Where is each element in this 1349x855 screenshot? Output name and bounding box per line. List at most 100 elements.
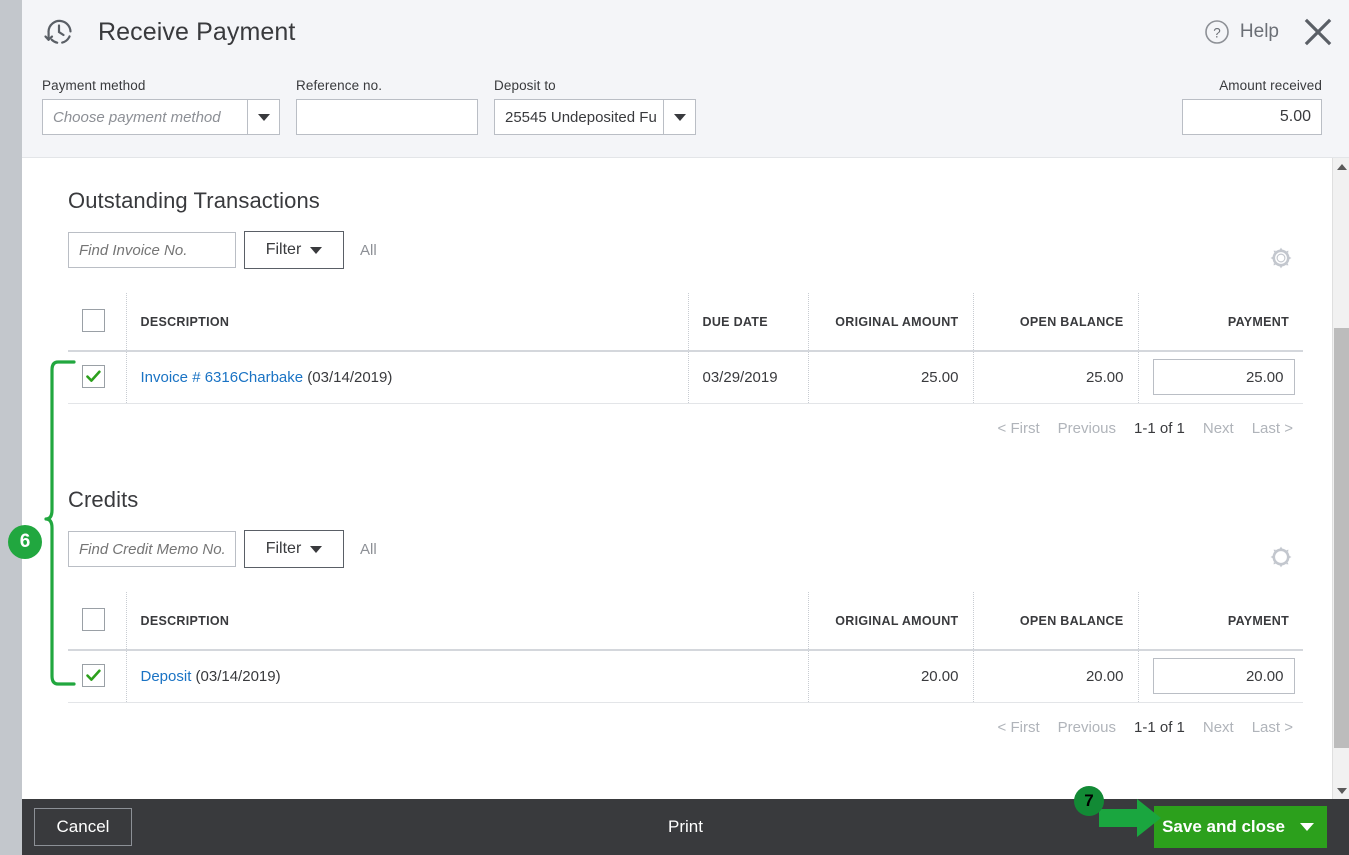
chevron-down-icon [310, 246, 323, 254]
close-icon[interactable] [1301, 15, 1335, 49]
deposit-to-field: Deposit to 25545 Undeposited Fu [494, 78, 696, 135]
outstanding-row-due-date: 03/29/2019 [688, 351, 809, 404]
credits-row-checkbox[interactable] [82, 664, 105, 688]
page-title: Receive Payment [98, 17, 296, 46]
gear-icon[interactable] [1269, 545, 1293, 569]
check-icon [86, 370, 101, 383]
credits-section: Credits Filter All [22, 487, 1349, 736]
annotation-badge-6: 6 [8, 525, 42, 559]
reference-no-field: Reference no. [296, 78, 478, 135]
credits-title: Credits [68, 487, 139, 512]
chevron-down-icon [310, 545, 323, 553]
credits-row-description: Deposit (03/14/2019) [126, 650, 809, 703]
payment-method-select[interactable]: Choose payment method [42, 99, 280, 135]
credits-first-link[interactable]: < First [998, 719, 1040, 736]
chevron-down-icon[interactable] [663, 100, 695, 134]
history-clock-icon[interactable] [42, 15, 76, 49]
outstanding-all-label[interactable]: All [360, 242, 377, 259]
question-circle-icon[interactable]: ? [1204, 19, 1230, 45]
reference-no-input[interactable] [296, 99, 478, 135]
vertical-scrollbar[interactable] [1332, 158, 1349, 799]
scroll-down-arrow-icon[interactable] [1333, 782, 1349, 799]
deposit-to-select[interactable]: 25545 Undeposited Fu [494, 99, 696, 135]
chevron-down-icon[interactable] [1287, 823, 1327, 831]
outstanding-table: DESCRIPTION DUE DATE ORIGINAL AMOUNT OPE… [68, 293, 1303, 404]
credits-pagination: < First Previous 1-1 of 1 Next Last > [68, 703, 1303, 736]
payment-method-field: Payment method Choose payment method [42, 78, 280, 135]
amount-received-label: Amount received [1219, 78, 1322, 93]
outstanding-next-link[interactable]: Next [1203, 420, 1234, 437]
annotation-bracket-6 [44, 360, 76, 686]
outstanding-col-due-date: DUE DATE [688, 293, 809, 352]
credits-filter-row: Filter All [68, 530, 1349, 568]
modal-body: Outstanding Transactions Filter All [22, 158, 1349, 799]
outstanding-row-open-balance: 25.00 [973, 351, 1139, 404]
outstanding-row-checkbox[interactable] [82, 365, 105, 389]
outstanding-pagination: < First Previous 1-1 of 1 Next Last > [68, 404, 1303, 437]
outstanding-payment-input[interactable]: 25.00 [1152, 359, 1295, 396]
credits-row-open-balance: 20.00 [973, 650, 1139, 703]
outstanding-col-open-balance: OPEN BALANCE [973, 293, 1139, 352]
outstanding-select-all-checkbox[interactable] [82, 308, 105, 332]
credits-row-original-amount: 20.00 [808, 650, 974, 703]
credits-select-all-checkbox[interactable] [82, 607, 105, 631]
titlebar-actions: ? Help [1204, 0, 1335, 64]
save-and-close-label: Save and close [1162, 817, 1285, 836]
amount-received-field: Amount received 5.00 [1182, 78, 1322, 135]
invoice-date: (03/14/2019) [303, 368, 393, 386]
credits-table: DESCRIPTION ORIGINAL AMOUNT OPEN BALANCE… [68, 592, 1303, 703]
cancel-button[interactable]: Cancel [34, 808, 132, 846]
help-label[interactable]: Help [1240, 21, 1279, 43]
outstanding-last-link[interactable]: Last > [1252, 420, 1293, 437]
outstanding-title: Outstanding Transactions [68, 188, 320, 213]
amount-received-input[interactable]: 5.00 [1182, 99, 1322, 135]
check-icon [86, 669, 101, 682]
scrollbar-thumb[interactable] [1334, 328, 1349, 748]
credits-col-open-balance: OPEN BALANCE [973, 592, 1139, 651]
save-and-close-button[interactable]: Save and close [1154, 806, 1327, 848]
credits-payment-input[interactable]: 20.00 [1152, 658, 1295, 695]
outstanding-transactions-section: Outstanding Transactions Filter All [22, 188, 1349, 437]
scroll-up-arrow-icon[interactable] [1333, 158, 1349, 175]
outstanding-filter-button[interactable]: Filter [244, 231, 344, 269]
credits-filter-button[interactable]: Filter [244, 530, 344, 568]
table-row: Deposit (03/14/2019) 20.00 20.00 20.00 [68, 650, 1303, 703]
find-credit-memo-input[interactable] [68, 531, 236, 567]
outstanding-select-all-cell [68, 293, 127, 352]
find-invoice-input[interactable] [68, 232, 236, 268]
outstanding-header-row: DESCRIPTION DUE DATE ORIGINAL AMOUNT OPE… [68, 293, 1303, 352]
table-row: Invoice # 6316Charbake (03/14/2019) 03/2… [68, 351, 1303, 404]
payment-form-strip: Payment method Choose payment method Ref… [22, 64, 1349, 158]
payment-method-label: Payment method [42, 78, 146, 93]
outstanding-previous-link[interactable]: Previous [1058, 420, 1116, 437]
credits-row-payment-cell: 20.00 [1138, 650, 1303, 703]
credits-range-label: 1-1 of 1 [1134, 718, 1185, 736]
gear-icon[interactable] [1269, 246, 1293, 270]
outstanding-filter-label: Filter [265, 241, 302, 258]
deposit-to-value: 25545 Undeposited Fu [505, 108, 657, 126]
receive-payment-modal: Receive Payment ? Help Payment method Ch… [22, 0, 1349, 855]
deposit-link[interactable]: Deposit [141, 668, 192, 685]
outstanding-range-label: 1-1 of 1 [1134, 419, 1185, 437]
modal-title-bar: Receive Payment ? Help [22, 0, 1349, 64]
annotation-badge-7: 7 [1074, 786, 1104, 816]
outstanding-filter-row: Filter All [68, 231, 1349, 269]
credits-last-link[interactable]: Last > [1252, 719, 1293, 736]
screen: Receive Payment ? Help Payment method Ch… [0, 0, 1349, 855]
credits-col-description: DESCRIPTION [126, 592, 809, 651]
credits-header-row: DESCRIPTION ORIGINAL AMOUNT OPEN BALANCE… [68, 592, 1303, 651]
outstanding-col-description: DESCRIPTION [126, 293, 689, 352]
invoice-link[interactable]: Invoice # 6316Charbake [141, 369, 304, 386]
outstanding-col-payment: PAYMENT [1138, 293, 1303, 352]
reference-no-label: Reference no. [296, 78, 383, 93]
print-button[interactable]: Print [668, 817, 703, 837]
outstanding-col-original-amount: ORIGINAL AMOUNT [808, 293, 974, 352]
credits-previous-link[interactable]: Previous [1058, 719, 1116, 736]
chevron-down-icon[interactable] [247, 100, 279, 134]
deposit-to-label: Deposit to [494, 78, 556, 93]
outstanding-first-link[interactable]: < First [998, 420, 1040, 437]
credits-all-label[interactable]: All [360, 541, 377, 558]
credits-col-original-amount: ORIGINAL AMOUNT [808, 592, 974, 651]
credits-next-link[interactable]: Next [1203, 719, 1234, 736]
outstanding-row-payment-cell: 25.00 [1138, 351, 1303, 404]
